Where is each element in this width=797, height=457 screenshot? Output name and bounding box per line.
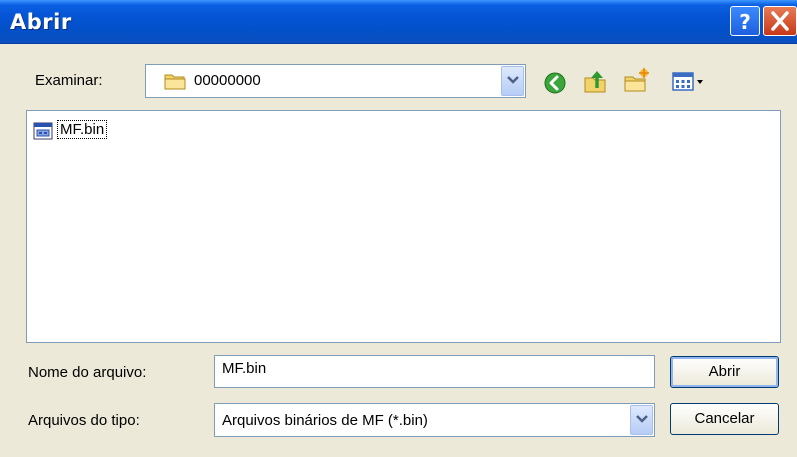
bin-file-icon — [33, 122, 53, 140]
filename-input[interactable]: MF.bin — [214, 355, 655, 388]
new-folder-icon[interactable] — [623, 68, 649, 94]
filetype-dropdown[interactable]: Arquivos binários de MF (*.bin) — [214, 403, 655, 437]
help-icon: ? — [739, 10, 751, 34]
look-in-dropdown[interactable]: 00000000 — [145, 64, 526, 98]
filetype-label: Arquivos do tipo: — [28, 412, 140, 429]
title-bar[interactable]: Abrir ? — [0, 0, 797, 44]
dialog-title: Abrir — [10, 10, 72, 34]
open-file-dialog: Abrir ? Examinar: 00000000 MF.bin Nome d… — [0, 0, 797, 457]
filename-value: MF.bin — [222, 360, 267, 377]
open-button-label: Abrir — [708, 363, 741, 380]
filetype-dropdown-arrow[interactable] — [630, 405, 653, 435]
up-folder-icon[interactable] — [583, 68, 609, 94]
open-button[interactable]: Abrir — [670, 356, 779, 388]
chevron-down-icon — [636, 415, 648, 423]
filename-label: Nome do arquivo: — [28, 364, 147, 381]
help-button[interactable]: ? — [730, 6, 760, 36]
look-in-label: Examinar: — [35, 72, 103, 89]
file-name: MF.bin — [57, 120, 108, 139]
cancel-button[interactable]: Cancelar — [670, 403, 779, 435]
chevron-down-icon — [507, 76, 519, 84]
view-menu-icon — [672, 72, 703, 91]
view-menu-button[interactable] — [672, 70, 708, 94]
close-icon — [771, 11, 789, 31]
filetype-value: Arquivos binários de MF (*.bin) — [222, 412, 428, 429]
folder-icon — [164, 74, 186, 90]
look-in-value: 00000000 — [194, 72, 261, 89]
back-icon[interactable] — [543, 70, 567, 96]
close-button[interactable] — [763, 6, 797, 36]
file-list[interactable]: MF.bin — [26, 110, 781, 343]
cancel-button-label: Cancelar — [694, 410, 755, 427]
svg-text:?: ? — [739, 10, 751, 34]
look-in-dropdown-arrow[interactable] — [501, 66, 524, 96]
